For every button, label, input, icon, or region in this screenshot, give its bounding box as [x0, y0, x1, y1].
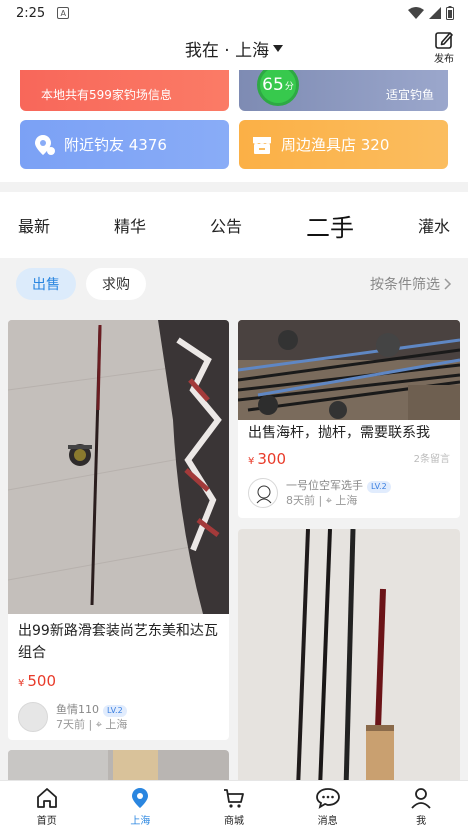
level-badge: LV.2 — [367, 481, 391, 493]
author-name: 鱼情110 — [56, 703, 99, 716]
tab-chat[interactable]: 灌水 — [418, 213, 450, 237]
header: 我在 · 上海 发布 — [0, 26, 468, 70]
nav-mall[interactable]: 商城 — [187, 781, 281, 832]
chevron-right-icon — [444, 278, 452, 290]
post-photo — [8, 750, 229, 780]
post-time: 7天前 — [56, 718, 85, 731]
tab-featured[interactable]: 精华 — [114, 213, 146, 237]
location-small-icon: ⌖ — [95, 718, 102, 731]
post-card[interactable]: 出99新路滑套装尚艺东美和达瓦组合 ¥500 鱼情110 LV.2 7天前 | ⌖… — [8, 320, 229, 740]
nav-messages[interactable]: 消息 — [281, 781, 375, 832]
fishing-score-value: 65 — [262, 75, 284, 95]
comment-count: 2条留言 — [413, 454, 450, 465]
post-photo — [238, 529, 460, 780]
nearby-anglers-card[interactable]: 附近钓友 4376 — [20, 120, 229, 169]
tab-secondhand[interactable]: 二手 — [306, 208, 354, 243]
nearby-shops-text: 周边渔具店 320 — [281, 136, 390, 154]
buy-filter-button[interactable]: 求购 — [86, 268, 146, 300]
status-icons — [408, 6, 454, 20]
bottom-navigation: 首页 上海 商城 消息 我 — [0, 780, 468, 832]
post-feed: 出99新路滑套装尚艺东美和达瓦组合 ¥500 鱼情110 LV.2 7天前 | ⌖… — [0, 310, 468, 780]
trade-filter-bar: 出售 求购 按条件筛选 — [0, 258, 468, 310]
home-icon — [36, 788, 57, 808]
publish-button[interactable]: 发布 — [434, 30, 454, 65]
location-pin-icon — [132, 788, 149, 808]
nav-messages-label: 消息 — [317, 816, 338, 827]
location-label: 我在 · 上海 — [184, 40, 270, 61]
nav-mall-label: 商城 — [223, 816, 244, 827]
fishing-spots-card[interactable]: 本地共有599家钓场信息 — [20, 70, 229, 111]
post-price: ¥500 — [8, 672, 229, 690]
nav-profile[interactable]: 我 — [374, 781, 468, 832]
condition-filter-label: 按条件筛选 — [370, 277, 440, 293]
currency-symbol: ¥ — [248, 456, 255, 467]
post-card[interactable]: 出售海杆，抛杆，需要联系我 ¥300 2条留言 一号位空军选手 LV.2 8天前 … — [238, 320, 460, 518]
author-name: 一号位空军选手 — [286, 479, 363, 492]
avatar[interactable] — [248, 478, 278, 508]
signal-icon — [429, 7, 441, 19]
caret-down-icon — [273, 44, 284, 52]
battery-icon — [446, 6, 454, 20]
level-badge: LV.2 — [103, 705, 127, 717]
post-author: 一号位空军选手 LV.2 8天前 | ⌖ 上海 — [238, 478, 460, 508]
post-city: 上海 — [335, 494, 358, 507]
nav-home-label: 首页 — [36, 816, 57, 827]
tab-latest[interactable]: 最新 — [18, 213, 50, 237]
nav-home[interactable]: 首页 — [0, 781, 94, 832]
post-city: 上海 — [105, 718, 128, 731]
status-time: 2:25 — [16, 5, 46, 21]
nearby-anglers-text: 附近钓友 4376 — [64, 136, 167, 154]
fishing-advice-text: 适宜钓鱼 — [385, 88, 434, 102]
post-card[interactable] — [238, 529, 460, 780]
post-photo — [8, 320, 229, 614]
tab-announcements[interactable]: 公告 — [210, 213, 242, 237]
post-time: 8天前 — [286, 494, 315, 507]
chat-bubble-icon — [315, 788, 340, 809]
fishing-spots-text: 本地共有599家钓场信息 — [41, 88, 172, 102]
location-pin-icon — [32, 133, 56, 157]
condition-filter-button[interactable]: 按条件筛选 — [370, 274, 452, 294]
status-bar: 2:25 A — [0, 0, 468, 26]
post-title: 出99新路滑套装尚艺东美和达瓦组合 — [18, 623, 218, 661]
nav-local[interactable]: 上海 — [94, 781, 188, 832]
currency-symbol: ¥ — [18, 678, 25, 689]
category-tabs: 最新 精华 公告 二手 灌水 — [0, 192, 468, 258]
location-small-icon: ⌖ — [325, 494, 332, 507]
nav-profile-label: 我 — [416, 816, 427, 827]
edit-icon — [435, 32, 453, 49]
wifi-icon — [408, 7, 424, 19]
fishing-score-badge: 65 分 — [257, 70, 299, 106]
nav-local-label: 上海 — [130, 816, 151, 827]
fishing-index-card[interactable]: 65 分 适宜钓鱼 — [239, 70, 448, 111]
notification-icon: A — [57, 7, 70, 19]
post-price-value: 300 — [257, 450, 287, 468]
location-selector[interactable]: 我在 · 上海 — [184, 36, 284, 61]
post-card[interactable] — [8, 750, 229, 780]
post-title: 出售海杆，抛杆，需要联系我 — [248, 425, 430, 441]
sell-filter-button[interactable]: 出售 — [16, 268, 76, 300]
avatar[interactable] — [18, 702, 48, 732]
publish-label: 发布 — [434, 54, 454, 65]
post-photo — [238, 320, 460, 420]
shopping-cart-icon — [223, 789, 244, 808]
store-icon — [251, 134, 273, 156]
feature-cards: 本地共有599家钓场信息 65 分 适宜钓鱼 附近钓友 4376 周边渔具店 32… — [0, 70, 468, 182]
post-price: ¥300 2条留言 — [238, 450, 460, 468]
user-icon — [411, 788, 431, 809]
post-price-value: 500 — [27, 672, 57, 690]
fishing-score-unit: 分 — [284, 81, 294, 92]
post-author: 鱼情110 LV.2 7天前 | ⌖ 上海 — [8, 702, 229, 732]
nearby-shops-card[interactable]: 周边渔具店 320 — [239, 120, 448, 169]
